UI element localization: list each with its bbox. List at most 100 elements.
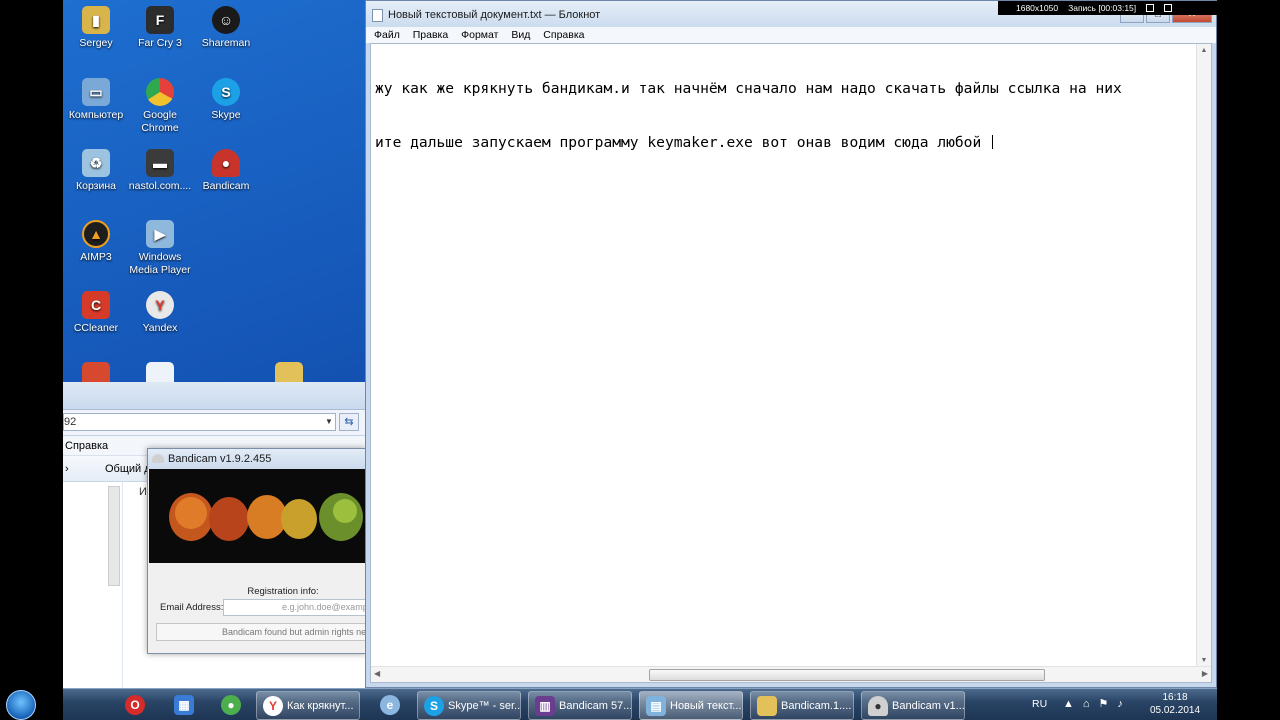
desktop-icon-label: Far Cry 3: [138, 37, 182, 49]
menu-help[interactable]: Справка: [543, 29, 584, 41]
desktop-icon-label: Google Chrome: [141, 109, 179, 134]
desktop-icon-chrome[interactable]: Google Chrome: [127, 78, 193, 135]
task-label: Bandicam.1....: [781, 700, 852, 712]
address-dropdown-icon[interactable]: ▼: [325, 417, 333, 426]
recording-status: Запись [00:03:15]: [1068, 3, 1137, 13]
share-button[interactable]: Общий д: [105, 456, 151, 482]
desktop-icon-computer[interactable]: ▭ Компьютер: [63, 78, 129, 122]
task-bandicam-archive[interactable]: ▥ Bandicam 57...: [528, 691, 632, 720]
desktop-icon-bandicam[interactable]: ● Bandicam: [193, 149, 259, 193]
desktop-icon-label: Sergey: [79, 37, 113, 49]
network-tray-icon[interactable]: ⌂: [1083, 688, 1090, 720]
horizontal-scroll-thumb[interactable]: [649, 669, 1045, 681]
scroll-left-icon[interactable]: ◀: [374, 669, 380, 678]
desktop-icon-yandex[interactable]: Y Yandex: [127, 291, 193, 335]
address-field[interactable]: 92: [63, 413, 336, 431]
desktop-icon-label: Компьютер: [68, 109, 124, 121]
yandex-icon: Y: [146, 291, 174, 319]
media-player-icon: ▶: [146, 220, 174, 248]
desktop-icon-shareman[interactable]: ☺ Shareman: [193, 6, 259, 50]
dialog-title: Bandicam v1.9.2.455: [168, 453, 272, 465]
letterbox-left: [0, 0, 63, 720]
pane-scrollbar[interactable]: [108, 486, 120, 586]
text-line-last: ите дальше запускаем программу keymaker.…: [375, 134, 1122, 152]
pinned-app[interactable]: ●: [213, 691, 249, 720]
menu-view[interactable]: Вид: [511, 29, 530, 41]
desktop-icon-media-player[interactable]: ▶ Windows Media Player: [127, 220, 193, 277]
pause-icon[interactable]: [1146, 4, 1155, 12]
scroll-down-icon[interactable]: ▼: [1197, 657, 1211, 664]
email-field[interactable]: e.g.john.doe@examp: [223, 599, 373, 616]
desktop-icon-label: Windows Media Player: [129, 251, 191, 276]
bandicam-dialog: Bandicam v1.9.2.455 Registration info: E…: [147, 448, 373, 654]
editor-text: жу как же крякнуть бандикам.и так начнём…: [375, 44, 1122, 188]
content-item[interactable]: И: [139, 486, 147, 498]
winrar-icon: ▥: [535, 696, 555, 716]
skype-icon: S: [424, 696, 444, 716]
explorer-titlebar: [63, 382, 366, 410]
scroll-up-icon[interactable]: ▲: [1197, 44, 1211, 54]
folder-icon: [757, 696, 777, 716]
task-bandicam-folder[interactable]: Bandicam.1....: [750, 691, 854, 720]
desktop-icon-aimp3[interactable]: ▲ AIMP3: [63, 220, 129, 264]
desktop-icon-recycle-bin[interactable]: ♻ Корзина: [63, 149, 129, 193]
yandex-browser-icon: Y: [263, 696, 283, 716]
desktop-icon-ccleaner[interactable]: C CCleaner: [63, 291, 129, 335]
user-folder-icon: ▮: [82, 6, 110, 34]
text-editor[interactable]: жу как же крякнуть бандикам.и так начнём…: [370, 43, 1212, 683]
letterbox-right: [1217, 0, 1280, 720]
desktop-icon-label: nastol.com....: [128, 180, 192, 192]
scroll-right-icon[interactable]: ▶: [1202, 669, 1208, 678]
task-yandex[interactable]: Y Как крякнут...: [256, 691, 360, 720]
volume-icon[interactable]: ♪: [1117, 688, 1123, 720]
recycle-bin-icon: ♻: [82, 149, 110, 177]
opera-icon: O: [125, 695, 145, 715]
menu-format[interactable]: Формат: [461, 29, 498, 41]
network-icon: ▦: [174, 695, 194, 715]
menu-file[interactable]: Файл: [374, 29, 400, 41]
horizontal-scrollbar[interactable]: ◀ ▶: [371, 666, 1211, 682]
recording-overlay: 1680x1050 Запись [00:03:15]: [998, 1, 1217, 15]
vertical-scrollbar[interactable]: ▲ ▼: [1196, 44, 1211, 666]
start-button[interactable]: [6, 690, 36, 720]
desktop-icon-label: Skype: [211, 109, 241, 121]
graffiti-logo: [169, 493, 363, 541]
desktop-icon-sergey[interactable]: ▮ Sergey: [63, 6, 129, 50]
menu-edit[interactable]: Правка: [413, 29, 448, 41]
ccleaner-icon: C: [82, 291, 110, 319]
task-label: Bandicam 57...: [559, 700, 632, 712]
language-indicator[interactable]: RU: [1032, 688, 1047, 720]
pinned-ie[interactable]: e: [372, 691, 408, 720]
desktop-icon-label: Shareman: [201, 37, 251, 49]
camera-icon[interactable]: [1164, 4, 1173, 12]
chevron-right-icon[interactable]: ›: [65, 456, 69, 482]
text-line: ите дальше запускаем программу keymaker.…: [375, 134, 991, 151]
clock[interactable]: 16:18 05.02.2014: [1145, 691, 1205, 717]
refresh-icon[interactable]: ⇆: [339, 413, 359, 431]
desktop-icon-farcry3[interactable]: F Far Cry 3: [127, 6, 193, 50]
desktop-icon-nastol[interactable]: ▬ nastol.com....: [127, 149, 193, 193]
resolution-text: 1680x1050: [1016, 3, 1059, 13]
pinned-network[interactable]: ▦: [166, 691, 202, 720]
clock-date: 05.02.2014: [1149, 705, 1201, 716]
show-hidden-icon[interactable]: ▲: [1063, 688, 1074, 720]
task-skype[interactable]: S Skype™ - ser...: [417, 691, 521, 720]
pinned-opera[interactable]: O: [117, 691, 153, 720]
notepad-icon: [372, 9, 383, 22]
window-title: Новый текстовый документ.txt — Блокнот: [388, 9, 601, 21]
shareman-icon: ☺: [212, 6, 240, 34]
task-bandicam-dialog[interactable]: ● Bandicam v1...: [861, 691, 965, 720]
desktop-icon-label: Yandex: [142, 322, 178, 334]
task-label: Новый текст...: [670, 700, 742, 712]
task-notepad[interactable]: ▤ Новый текст...: [639, 691, 743, 720]
flag-icon[interactable]: ⚑: [1099, 688, 1109, 720]
nastol-icon: ▬: [146, 149, 174, 177]
globe-icon: ●: [221, 695, 241, 715]
menu-help[interactable]: Справка: [65, 440, 108, 452]
bandicam-icon: ●: [212, 149, 240, 177]
status-message: Bandicam found but admin rights ne: [156, 623, 371, 641]
notepad-icon: ▤: [646, 696, 666, 716]
skype-icon: S: [212, 78, 240, 106]
task-label: Как крякнут...: [287, 700, 354, 712]
desktop-icon-skype[interactable]: S Skype: [193, 78, 259, 122]
